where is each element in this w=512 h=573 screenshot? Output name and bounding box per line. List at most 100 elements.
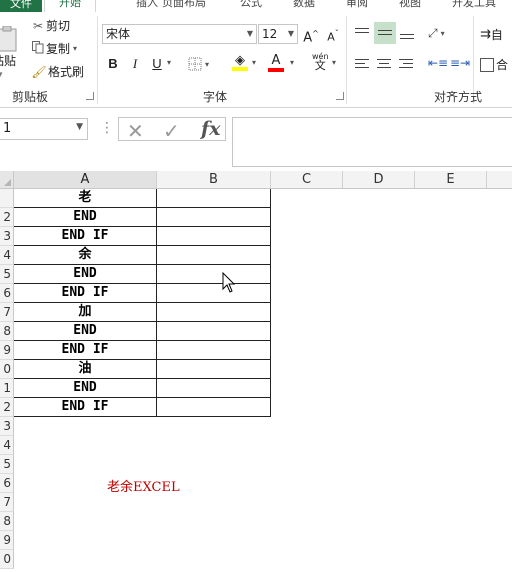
row-header[interactable]: 1: [0, 379, 14, 398]
column-header-a[interactable]: A: [14, 171, 157, 189]
increase-indent-button[interactable]: ≡⇥: [450, 56, 470, 70]
row-header[interactable]: 2: [0, 398, 14, 417]
paste-dropdown-icon[interactable]: ▾: [0, 70, 3, 80]
align-top-icon[interactable]: [355, 26, 369, 36]
underline-button[interactable]: U: [146, 54, 168, 74]
row-header[interactable]: 4: [0, 436, 14, 455]
italic-button[interactable]: I: [124, 54, 146, 74]
cell-b[interactable]: [157, 303, 271, 322]
align-right-icon[interactable]: [399, 57, 413, 71]
clipboard-launcher-icon[interactable]: [86, 92, 94, 100]
tab-data[interactable]: 数据: [293, 0, 315, 10]
row-header[interactable]: 4: [0, 246, 14, 265]
wrap-text-button[interactable]: ⇉ 自: [480, 26, 503, 43]
tab-home[interactable]: 开始: [44, 0, 96, 12]
row-header[interactable]: [0, 189, 14, 208]
cell-a[interactable]: END: [14, 322, 157, 341]
font-color-dropdown-icon[interactable]: ▾: [290, 58, 294, 67]
insert-function-icon[interactable]: fx: [201, 118, 221, 140]
cut-button[interactable]: ✂ 剪切: [30, 17, 70, 34]
name-box[interactable]: 1 ▼: [0, 118, 88, 140]
font-launcher-icon[interactable]: [336, 92, 344, 100]
align-center-icon[interactable]: [377, 57, 391, 71]
fill-dropdown-icon[interactable]: ▾: [252, 58, 256, 67]
cell-a[interactable]: END IF: [14, 284, 157, 303]
row-header[interactable]: 5: [0, 455, 14, 474]
row-header[interactable]: 9: [0, 531, 14, 550]
row-header[interactable]: 2: [0, 208, 14, 227]
column-header-f[interactable]: [487, 171, 512, 189]
cell-b[interactable]: [157, 398, 271, 417]
cell-b[interactable]: [157, 208, 271, 227]
row-header[interactable]: 8: [0, 322, 14, 341]
orientation-button[interactable]: ⤢ ▾: [428, 26, 445, 41]
merge-center-button[interactable]: 合: [480, 56, 508, 73]
cell-a[interactable]: END: [14, 379, 157, 398]
vertical-dots-icon[interactable]: ⋮: [100, 120, 114, 136]
row-header[interactable]: 6: [0, 284, 14, 303]
cell-b[interactable]: [157, 246, 271, 265]
chevron-down-icon: ▼: [287, 29, 294, 38]
align-left-icon[interactable]: [355, 57, 369, 71]
tab-insert[interactable]: 插入: [136, 0, 158, 10]
font-name-combo[interactable]: 宋体 ▼: [102, 24, 257, 44]
cell-a[interactable]: 余: [14, 246, 157, 265]
row-header[interactable]: 3: [0, 227, 14, 246]
cell-a[interactable]: 油: [14, 360, 157, 379]
decrease-indent-button[interactable]: ⇤≡: [428, 56, 448, 70]
row-header[interactable]: 0: [0, 360, 14, 379]
cell-b[interactable]: [157, 360, 271, 379]
tab-page-layout[interactable]: 页面布局: [162, 0, 206, 10]
formula-input[interactable]: [232, 117, 512, 167]
cell-b[interactable]: [157, 227, 271, 246]
column-header-c[interactable]: C: [271, 171, 343, 189]
copy-dropdown-icon[interactable]: ▾: [73, 44, 77, 53]
tab-review[interactable]: 审阅: [346, 0, 368, 10]
fill-color-button[interactable]: ◈: [232, 54, 248, 71]
enter-icon[interactable]: ✓: [163, 119, 180, 143]
row-header[interactable]: 6: [0, 474, 14, 493]
borders-button[interactable]: ▾: [188, 57, 209, 71]
cell-a[interactable]: 加: [14, 303, 157, 322]
align-bottom-icon[interactable]: [400, 32, 414, 42]
cell-a[interactable]: END IF: [14, 341, 157, 360]
underline-dropdown-icon[interactable]: ▾: [167, 58, 171, 67]
row-header[interactable]: 8: [0, 512, 14, 531]
cell-b[interactable]: [157, 379, 271, 398]
copy-button[interactable]: 复制 ▾: [30, 40, 77, 57]
row-header[interactable]: 9: [0, 341, 14, 360]
font-size-combo[interactable]: 12 ▼: [258, 24, 298, 44]
column-header-b[interactable]: B: [157, 171, 271, 189]
cell-b[interactable]: [157, 284, 271, 303]
bold-button[interactable]: B: [102, 54, 124, 74]
cell-a[interactable]: END: [14, 208, 157, 227]
row-header[interactable]: 7: [0, 493, 14, 512]
align-middle-icon[interactable]: [374, 22, 396, 44]
format-painter-button[interactable]: 🖌 格式刷: [30, 63, 84, 80]
column-header-e[interactable]: E: [415, 171, 487, 189]
cell-a[interactable]: END IF: [14, 398, 157, 417]
grow-font-button[interactable]: A^: [300, 24, 322, 45]
phonetic-button[interactable]: wén 文: [312, 52, 329, 71]
font-color-button[interactable]: A: [268, 54, 284, 72]
cell-b[interactable]: [157, 341, 271, 360]
tab-view[interactable]: 视图: [399, 0, 421, 10]
select-all-button[interactable]: [0, 171, 14, 189]
cell-b[interactable]: [157, 322, 271, 341]
cancel-icon[interactable]: ✕: [127, 119, 144, 143]
row-header[interactable]: 7: [0, 303, 14, 322]
row-header[interactable]: 5: [0, 265, 14, 284]
cell-b[interactable]: [157, 189, 271, 208]
row-header[interactable]: 0: [0, 550, 14, 569]
cell-b[interactable]: [157, 265, 271, 284]
cell-a[interactable]: END: [14, 265, 157, 284]
cell-a[interactable]: 老: [14, 189, 157, 208]
cell-a[interactable]: END IF: [14, 227, 157, 246]
phonetic-dropdown-icon[interactable]: ▾: [332, 58, 336, 67]
tab-file[interactable]: 文件: [0, 0, 42, 12]
tab-formulas[interactable]: 公式: [240, 0, 262, 10]
row-header[interactable]: 3: [0, 417, 14, 436]
shrink-font-button[interactable]: Aˇ: [322, 24, 344, 44]
tab-developer[interactable]: 开发工具: [452, 0, 496, 10]
column-header-d[interactable]: D: [343, 171, 415, 189]
